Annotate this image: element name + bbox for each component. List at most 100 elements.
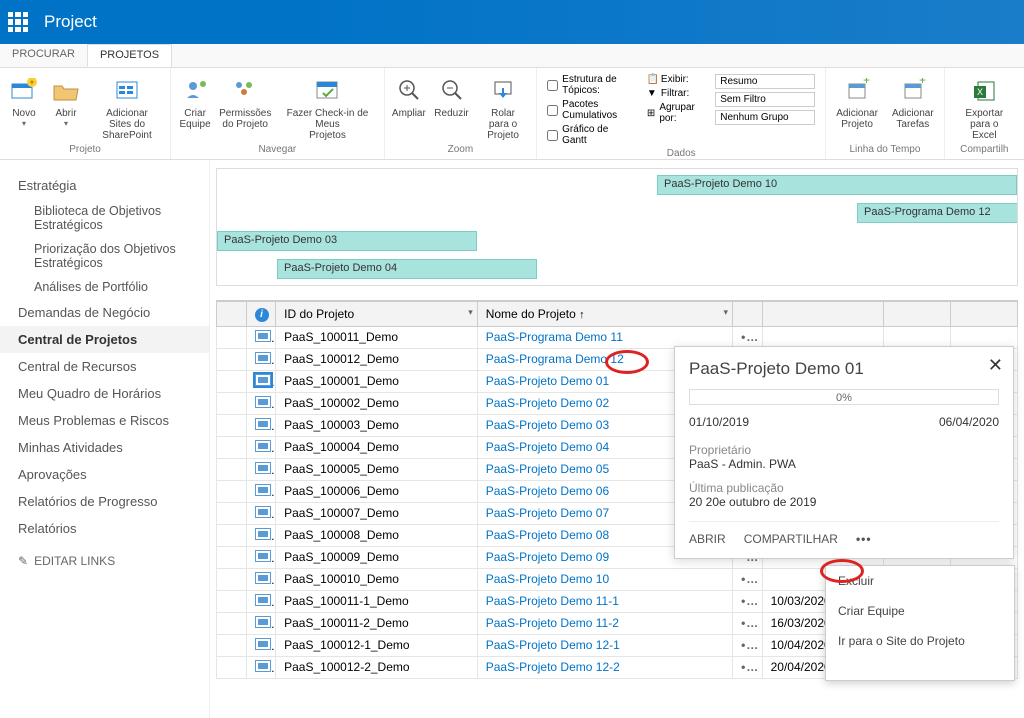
open-button[interactable]: Abrir▾ — [48, 72, 84, 143]
col-menu[interactable] — [733, 302, 763, 327]
detail-share-button[interactable]: COMPARTILHAR — [744, 532, 838, 546]
row-menu-button[interactable]: ••• — [733, 634, 763, 656]
cell-project-name[interactable]: PaaS-Projeto Demo 12-2 — [477, 656, 732, 678]
detail-open-button[interactable]: ABRIR — [689, 532, 726, 546]
edit-links-button[interactable]: ✎EDITAR LINKS — [0, 542, 209, 580]
main-area: PaaS-Projeto Demo 10 PaaS-Programa Demo … — [210, 160, 1024, 718]
ribbon-group-zoom: Zoom — [391, 144, 531, 155]
outline-checkbox[interactable] — [547, 80, 558, 91]
owner-value: PaaS - Admin. PWA — [689, 457, 999, 471]
ctx-go-to-site[interactable]: Ir para o Site do Projeto — [826, 626, 1014, 656]
nav-progress-reports[interactable]: Relatórios de Progresso — [0, 488, 209, 515]
gantt-checkbox[interactable] — [547, 130, 558, 141]
project-permissions-button[interactable]: Permissões do Projeto — [219, 72, 271, 143]
app-launcher-icon[interactable] — [8, 12, 28, 32]
progress-bar: 0% — [689, 389, 999, 405]
group-dropdown[interactable]: Nenhum Grupo — [715, 110, 815, 125]
row-menu-button[interactable]: ••• — [733, 590, 763, 612]
detail-title: PaaS-Projeto Demo 01 — [689, 359, 999, 379]
nav-issues-risks[interactable]: Meus Problemas e Riscos — [0, 407, 209, 434]
rollups-checkbox[interactable] — [547, 105, 558, 116]
ribbon-group-timeline: Linha do Tempo — [832, 144, 937, 155]
col-info[interactable]: i — [246, 302, 276, 327]
nav-timesheet[interactable]: Meu Quadro de Horários — [0, 380, 209, 407]
row-menu-button[interactable]: ••• — [733, 612, 763, 634]
cell-project-name[interactable]: PaaS-Programa Demo 11 — [477, 326, 732, 348]
checkin-projects-button[interactable]: Fazer Check-in de Meus Projetos — [277, 72, 377, 143]
row-menu-button[interactable]: ••• — [733, 656, 763, 678]
new-button[interactable]: ✦Novo▾ — [6, 72, 42, 143]
ctx-delete[interactable]: Excluir — [826, 566, 1014, 596]
nav-project-center[interactable]: Central de Projetos — [0, 326, 209, 353]
row-menu-button[interactable]: ••• — [733, 568, 763, 590]
cell-project-id: PaaS_100005_Demo — [276, 458, 478, 480]
row-menu-button[interactable]: ••• — [733, 326, 763, 348]
ribbon-tabbar: PROCURAR PROJETOS — [0, 44, 1024, 68]
cell-project-id: PaaS_100011-2_Demo — [276, 612, 478, 634]
col-select[interactable] — [217, 302, 247, 327]
pencil-icon: ✎ — [18, 554, 28, 568]
ribbon: ✦Novo▾ Abrir▾ Adicionar Sites do SharePo… — [0, 68, 1024, 160]
nav-activities[interactable]: Minhas Atividades — [0, 434, 209, 461]
detail-more-button[interactable]: ••• — [856, 532, 872, 546]
row-type-icon — [255, 616, 271, 628]
add-tasks-button[interactable]: +Adicionar Tarefas — [888, 72, 938, 132]
cell-project-name[interactable]: PaaS-Projeto Demo 12-1 — [477, 634, 732, 656]
col-project-name[interactable]: Nome do Projeto ↑▾ — [477, 302, 732, 327]
add-sharepoint-sites-button[interactable]: Adicionar Sites do SharePoint — [90, 72, 164, 143]
nav-portfolio-analysis[interactable]: Análises de Portfólio — [0, 275, 209, 299]
gantt-bar[interactable]: PaaS-Projeto Demo 04 — [277, 259, 537, 279]
table-row[interactable]: PaaS_100011_DemoPaaS-Programa Demo 11••• — [217, 326, 1018, 348]
cell-project-name[interactable]: PaaS-Projeto Demo 11-2 — [477, 612, 732, 634]
close-icon[interactable]: ✕ — [988, 355, 1003, 376]
add-project-button[interactable]: +Adicionar Projeto — [832, 72, 882, 132]
nav-business-demands[interactable]: Demandas de Negócio — [0, 299, 209, 326]
tab-projects[interactable]: PROJETOS — [87, 44, 172, 67]
ribbon-group-data: Dados — [543, 148, 819, 159]
zoom-out-button[interactable]: Reduzir — [433, 72, 470, 143]
cell-project-id: PaaS_100002_Demo — [276, 392, 478, 414]
nav-strategy[interactable]: Estratégia — [0, 172, 209, 199]
cell-project-name[interactable]: PaaS-Projeto Demo 10 — [477, 568, 732, 590]
app-title: Project — [44, 12, 97, 32]
filter-dropdown[interactable]: Sem Filtro — [715, 92, 815, 107]
cell-project-id: PaaS_100004_Demo — [276, 436, 478, 458]
cell-project-name[interactable]: PaaS-Projeto Demo 11-1 — [477, 590, 732, 612]
context-menu: Excluir Criar Equipe Ir para o Site do P… — [825, 565, 1015, 681]
sort-asc-icon: ↑ — [579, 309, 585, 321]
cell-project-id: PaaS_100010_Demo — [276, 568, 478, 590]
svg-text:+: + — [919, 78, 926, 87]
export-excel-button[interactable]: XExportar para o Excel — [951, 72, 1018, 143]
left-nav: Estratégia Biblioteca de Objetivos Estra… — [0, 160, 210, 718]
row-type-icon — [255, 484, 271, 496]
tab-browse[interactable]: PROCURAR — [0, 44, 87, 67]
ribbon-group-share: Compartilh — [951, 144, 1018, 155]
col-project-id[interactable]: ID do Projeto▾ — [276, 302, 478, 327]
nav-resource-center[interactable]: Central de Recursos — [0, 353, 209, 380]
cell-project-id: PaaS_100001_Demo — [276, 370, 478, 392]
view-dropdown[interactable]: Resumo — [715, 74, 815, 89]
gantt-bar[interactable]: PaaS-Projeto Demo 03 — [217, 231, 477, 251]
col-date1[interactable] — [762, 302, 883, 327]
scroll-to-project-button[interactable]: Rolar para o Projeto — [476, 72, 530, 143]
nav-objectives-library[interactable]: Biblioteca de Objetivos Estratégicos — [0, 199, 209, 237]
nav-reports[interactable]: Relatórios — [0, 515, 209, 542]
cell-project-id: PaaS_100012_Demo — [276, 348, 478, 370]
row-type-icon — [255, 396, 271, 408]
create-team-button[interactable]: Criar Equipe — [177, 72, 213, 143]
gantt-bar[interactable]: PaaS-Programa Demo 12 — [857, 203, 1018, 223]
nav-approvals[interactable]: Aprovações — [0, 461, 209, 488]
ctx-create-team[interactable]: Criar Equipe — [826, 596, 1014, 626]
row-type-icon — [255, 418, 271, 430]
project-detail-panel: ✕ PaaS-Projeto Demo 01 0% 01/10/2019 06/… — [674, 346, 1014, 559]
zoom-in-button[interactable]: Ampliar — [391, 72, 427, 143]
cell-project-id: PaaS_100003_Demo — [276, 414, 478, 436]
nav-prioritization[interactable]: Priorização dos Objetivos Estratégicos — [0, 237, 209, 275]
row-type-icon — [255, 352, 271, 364]
cell-project-id: PaaS_100011_Demo — [276, 326, 478, 348]
timeline-gantt[interactable]: PaaS-Projeto Demo 10 PaaS-Programa Demo … — [216, 168, 1018, 286]
info-icon: i — [255, 308, 269, 322]
ribbon-group-project: Projeto — [6, 144, 164, 155]
gantt-bar[interactable]: PaaS-Projeto Demo 10 — [657, 175, 1017, 195]
end-date: 06/04/2020 — [939, 415, 999, 429]
